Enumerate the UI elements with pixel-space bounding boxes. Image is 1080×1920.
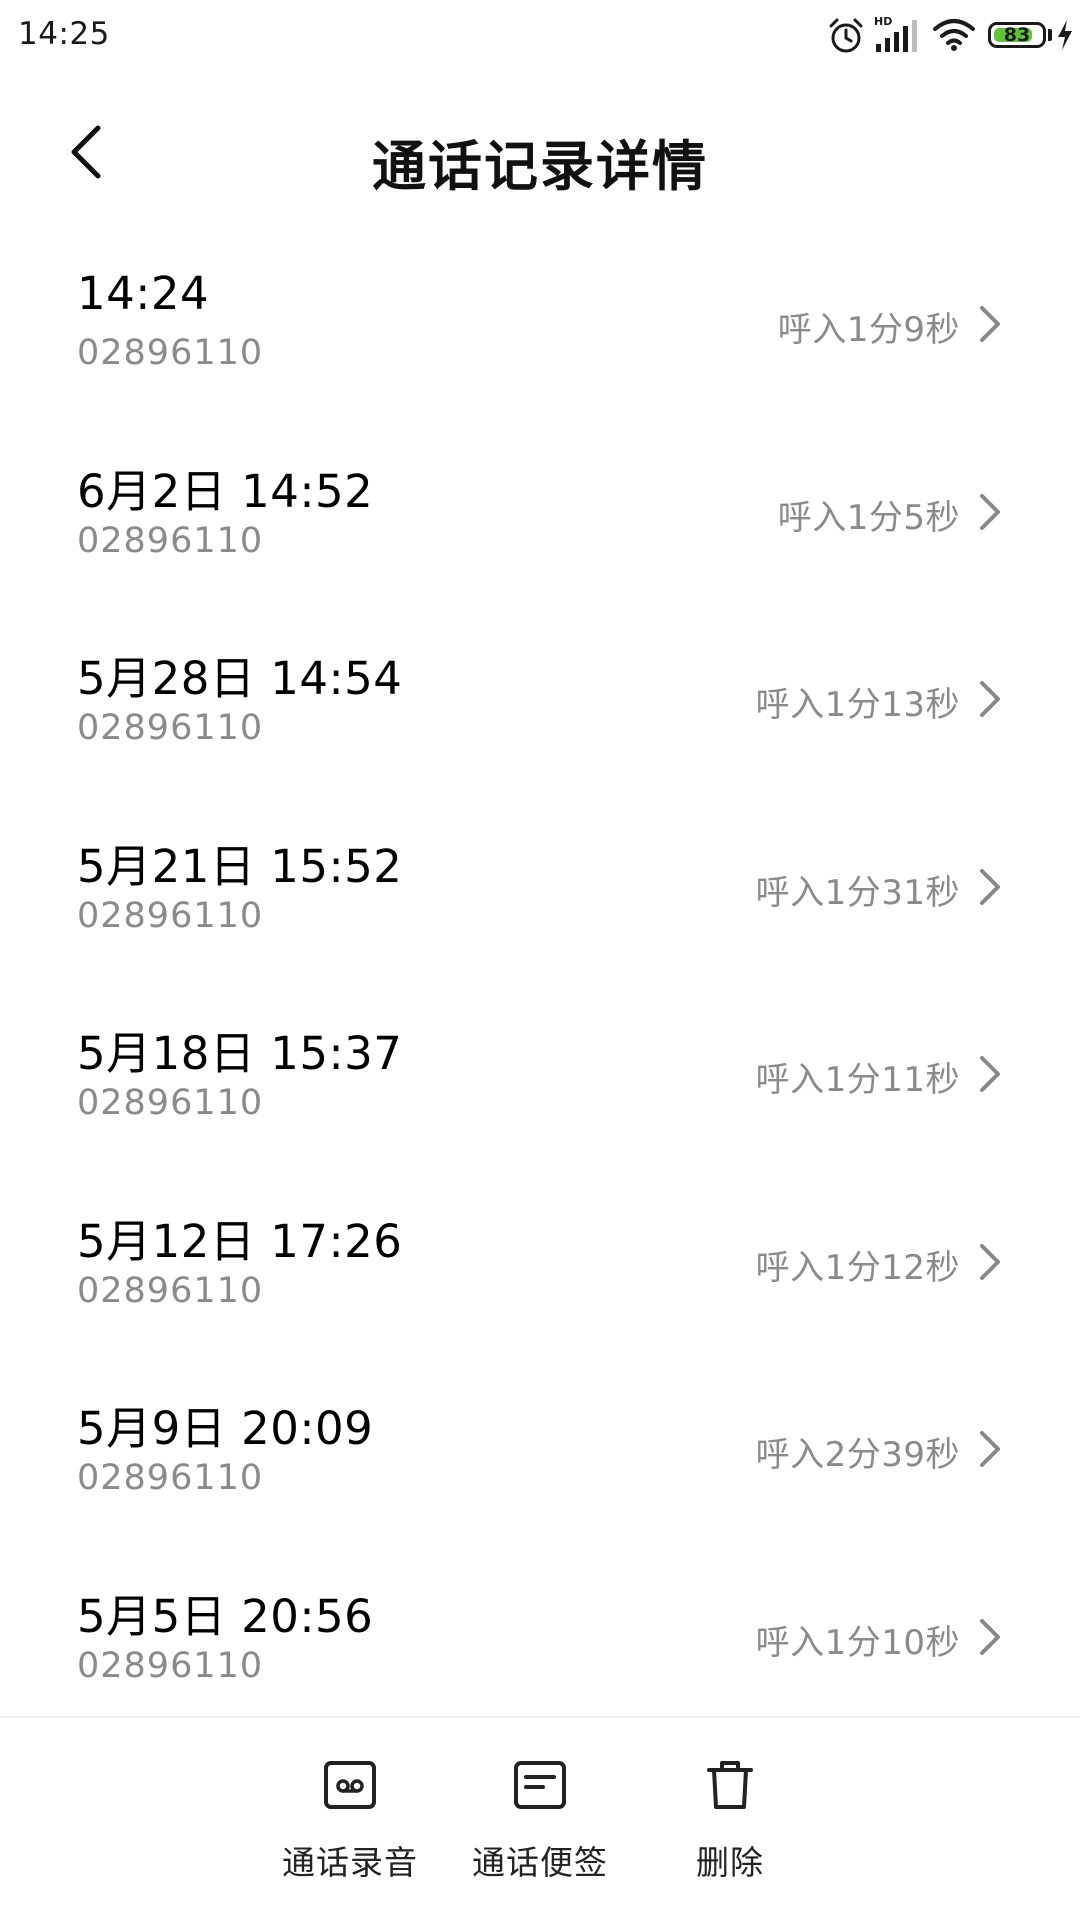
status-bar: 14:25 HD 83: [0, 0, 1080, 72]
record-datetime: 14:24: [77, 267, 210, 320]
bottom-action-bar: 通话录音 通话便签 删除: [0, 1718, 1080, 1920]
chevron-right-icon: [980, 1618, 1000, 1655]
delete-label: 删除: [696, 1843, 764, 1882]
record-duration: 呼入1分12秒: [755, 1247, 960, 1288]
chevron-right-icon: [980, 681, 1000, 717]
record-duration: 呼入1分9秒: [777, 310, 960, 350]
record-duration: 呼入1分5秒: [777, 497, 960, 538]
call-record-row[interactable]: 5月9日 20:09 02896110 呼入2分39秒: [0, 1349, 1080, 1537]
status-time: 14:25: [18, 16, 110, 52]
call-note-label: 通话便签: [472, 1843, 608, 1882]
wifi-icon: [933, 19, 975, 51]
record-datetime: 5月21日 15:52: [77, 839, 403, 893]
call-record-detail-screen: 14:25 HD 83 通话记录详情 14:24 02896110 呼入1分9秒…: [0, 0, 1080, 1920]
record-number: 02896110: [77, 1458, 264, 1498]
call-record-row[interactable]: 5月12日 17:26 02896110 呼入1分12秒: [0, 1162, 1080, 1350]
record-number: 02896110: [77, 1270, 264, 1311]
record-number: 02896110: [77, 333, 264, 373]
status-icons: HD 83: [826, 14, 1072, 58]
svg-text:HD: HD: [874, 15, 892, 28]
note-icon: [514, 1761, 566, 1809]
alarm-icon: [829, 18, 863, 53]
record-number: 02896110: [77, 895, 264, 936]
call-record-row[interactable]: 5月18日 15:37 02896110 呼入1分11秒: [0, 974, 1080, 1162]
record-duration: 呼入2分39秒: [755, 1435, 960, 1475]
record-datetime: 6月2日 14:52: [77, 464, 374, 518]
page-title: 通话记录详情: [372, 135, 708, 198]
delete-button[interactable]: 删除: [650, 1758, 810, 1888]
battery-icon: 83: [988, 22, 1046, 48]
chevron-right-icon: [980, 1243, 1000, 1280]
record-number: 02896110: [77, 1645, 264, 1686]
chevron-right-icon: [980, 306, 1000, 342]
hd-signal-icon: HD: [874, 15, 917, 52]
record-datetime: 5月12日 17:26: [77, 1214, 403, 1268]
record-number: 02896110: [77, 520, 264, 561]
call-recording-button[interactable]: 通话录音: [270, 1758, 430, 1888]
call-record-row[interactable]: 6月2日 14:52 02896110 呼入1分5秒: [0, 412, 1080, 600]
call-record-row[interactable]: 14:24 02896110 呼入1分9秒: [0, 224, 1080, 412]
chevron-right-icon: [980, 1431, 1000, 1467]
charging-icon: [1058, 20, 1072, 50]
record-duration: 呼入1分13秒: [755, 685, 960, 725]
battery-level: 83: [1003, 24, 1031, 46]
header: 通话记录详情: [0, 100, 1080, 210]
call-record-row[interactable]: 5月5日 20:56 02896110 呼入1分10秒: [0, 1537, 1080, 1725]
record-datetime: 5月18日 15:37: [77, 1027, 403, 1080]
call-note-button[interactable]: 通话便签: [460, 1758, 620, 1888]
chevron-right-icon: [980, 493, 1000, 530]
record-number: 02896110: [77, 708, 264, 748]
record-datetime: 5月28日 14:54: [77, 652, 403, 705]
record-duration: 呼入1分31秒: [755, 872, 960, 913]
record-datetime: 5月5日 20:56: [77, 1589, 374, 1643]
call-record-list: 14:24 02896110 呼入1分9秒 6月2日 14:52 0289611…: [0, 224, 1080, 1724]
call-record-row[interactable]: 5月21日 15:52 02896110 呼入1分31秒: [0, 787, 1080, 975]
chevron-right-icon: [980, 868, 1000, 905]
call-record-row[interactable]: 5月28日 14:54 02896110 呼入1分13秒: [0, 599, 1080, 787]
battery-cap: [1048, 29, 1052, 41]
record-datetime: 5月9日 20:09: [77, 1402, 374, 1455]
call-recording-label: 通话录音: [282, 1843, 418, 1882]
chevron-right-icon: [980, 1056, 1000, 1092]
recording-icon: [324, 1761, 376, 1809]
trash-icon: [707, 1761, 753, 1809]
record-duration: 呼入1分10秒: [755, 1622, 960, 1663]
record-duration: 呼入1分11秒: [755, 1060, 960, 1100]
record-number: 02896110: [77, 1083, 264, 1123]
